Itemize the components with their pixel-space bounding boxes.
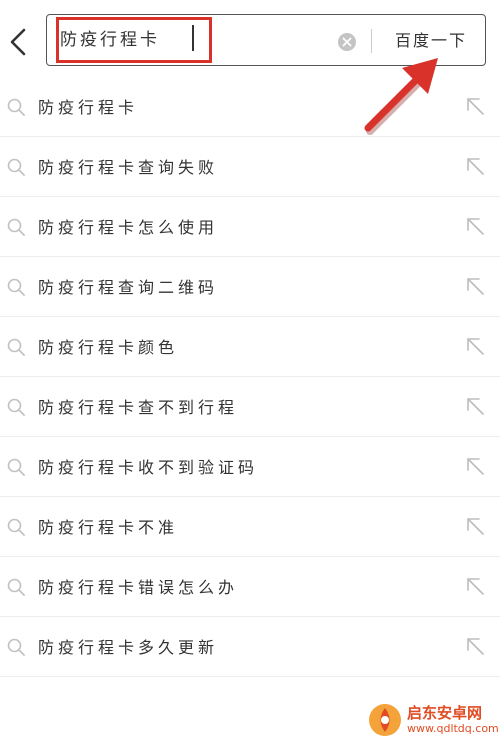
suggestion-item-8[interactable]: 防疫行程卡不准 <box>0 497 500 557</box>
arrow-up-left-icon[interactable] <box>464 275 486 297</box>
search-divider <box>371 29 372 53</box>
suggestion-item-2[interactable]: 防疫行程卡查询失败 <box>0 137 500 197</box>
arrow-up-left-icon[interactable] <box>464 575 486 597</box>
arrow-up-left-icon[interactable] <box>464 95 486 117</box>
suggestion-label: 防疫行程卡多久更新 <box>38 638 219 657</box>
search-icon <box>7 278 25 296</box>
search-icon <box>7 398 25 416</box>
suggestion-item-3[interactable]: 防疫行程卡怎么使用 <box>0 197 500 257</box>
arrow-up-left-icon[interactable] <box>464 455 486 477</box>
arrow-up-left-icon[interactable] <box>464 395 486 417</box>
suggestion-item-1[interactable]: 防疫行程卡 <box>0 77 500 137</box>
suggestion-label: 防疫行程查询二维码 <box>38 278 219 297</box>
suggestion-label: 防疫行程卡怎么使用 <box>38 218 219 237</box>
search-icon <box>7 638 25 656</box>
arrow-up-left-icon[interactable] <box>464 635 486 657</box>
suggestion-label: 防疫行程卡收不到验证码 <box>38 458 259 477</box>
suggestion-item-5[interactable]: 防疫行程卡颜色 <box>0 317 500 377</box>
suggestion-item-6[interactable]: 防疫行程卡查不到行程 <box>0 377 500 437</box>
arrow-up-left-icon[interactable] <box>464 515 486 537</box>
suggestion-label: 防疫行程卡不准 <box>38 518 179 537</box>
suggestion-label: 防疫行程卡 <box>38 98 139 117</box>
search-icon <box>7 98 25 116</box>
suggestion-item-9[interactable]: 防疫行程卡错误怎么办 <box>0 557 500 617</box>
search-box: 百度一下 <box>46 14 486 66</box>
search-icon <box>7 458 25 476</box>
watermark-name: 启东安卓网 <box>407 704 483 722</box>
search-button[interactable]: 百度一下 <box>381 25 481 57</box>
arrow-up-left-icon[interactable] <box>464 215 486 237</box>
suggestion-label: 防疫行程卡颜色 <box>38 338 179 357</box>
suggestion-list: 防疫行程卡 防疫行程卡查询失败 防疫行程卡怎么使用 防疫行程查询二维码 防疫行程… <box>0 77 500 677</box>
watermark-url: www.qdltdq.com <box>407 722 499 735</box>
back-chevron-icon[interactable] <box>4 22 34 62</box>
text-caret <box>192 25 194 51</box>
search-icon <box>7 158 25 176</box>
search-icon <box>7 518 25 536</box>
suggestion-item-10[interactable]: 防疫行程卡多久更新 <box>0 617 500 677</box>
suggestion-item-7[interactable]: 防疫行程卡收不到验证码 <box>0 437 500 497</box>
suggestion-item-4[interactable]: 防疫行程查询二维码 <box>0 257 500 317</box>
arrow-up-left-icon[interactable] <box>464 335 486 357</box>
search-header: 百度一下 <box>0 0 500 135</box>
arrow-up-left-icon[interactable] <box>464 155 486 177</box>
suggestion-label: 防疫行程卡错误怎么办 <box>38 578 239 597</box>
watermark: 启东安卓网 www.qdltdq.com <box>365 700 500 742</box>
watermark-logo-icon <box>369 704 401 736</box>
suggestion-label: 防疫行程卡查不到行程 <box>38 398 239 417</box>
search-icon <box>7 578 25 596</box>
search-icon <box>7 218 25 236</box>
clear-icon[interactable] <box>337 32 357 52</box>
search-icon <box>7 338 25 356</box>
search-input[interactable] <box>60 24 200 50</box>
suggestion-label: 防疫行程卡查询失败 <box>38 158 219 177</box>
